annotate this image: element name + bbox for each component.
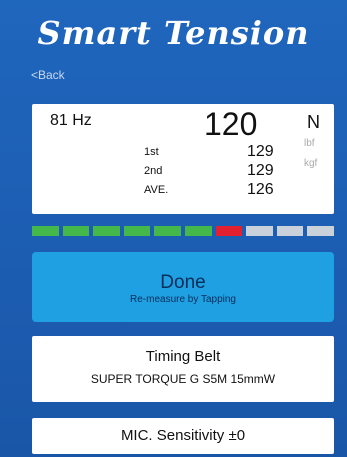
meter-segment: [215, 226, 243, 236]
done-button-label: Done: [160, 272, 206, 293]
unit-lbf[interactable]: lbf: [304, 138, 315, 149]
unit-newton[interactable]: N: [307, 112, 320, 133]
meter-segment: [62, 226, 90, 236]
app-title: Smart Tension: [37, 14, 310, 52]
belt-spec-label: SUPER TORQUE G S5M 15mmW: [90, 372, 276, 386]
meter-segment: [32, 226, 59, 236]
mic-sensitivity-button[interactable]: MIC. Sensitivity ±0: [32, 418, 334, 454]
done-button[interactable]: Done Re-measure by Tapping: [32, 252, 334, 322]
meter-segment: [184, 226, 212, 236]
belt-selector[interactable]: Timing Belt SUPER TORQUE G S5M 15mmW: [32, 336, 334, 402]
meter-segment: [246, 226, 273, 236]
second-reading-label: 2nd: [144, 165, 163, 177]
tension-value: 120: [204, 106, 258, 142]
tension-reading-panel: 81 Hz 120 N lbf kgf 1st 129 2nd 129 AVE.…: [32, 104, 334, 214]
meter-segment: [93, 226, 120, 236]
second-reading-value: 129: [247, 162, 274, 179]
first-reading-label: 1st: [144, 146, 159, 158]
meter-segment: [276, 226, 304, 236]
unit-kgf[interactable]: kgf: [304, 158, 317, 169]
meter-segment: [123, 226, 151, 236]
average-reading-label: AVE.: [144, 184, 169, 196]
done-button-sublabel: Re-measure by Tapping: [130, 294, 236, 305]
first-reading-value: 129: [247, 143, 274, 160]
meter-segment: [154, 226, 181, 236]
average-reading-value: 126: [247, 181, 274, 198]
belt-type-label: Timing Belt: [145, 348, 221, 365]
meter-segment: [307, 226, 334, 236]
frequency-readout: 81 Hz: [50, 112, 92, 129]
level-meter: [32, 226, 334, 236]
back-button[interactable]: <Back: [31, 68, 65, 82]
